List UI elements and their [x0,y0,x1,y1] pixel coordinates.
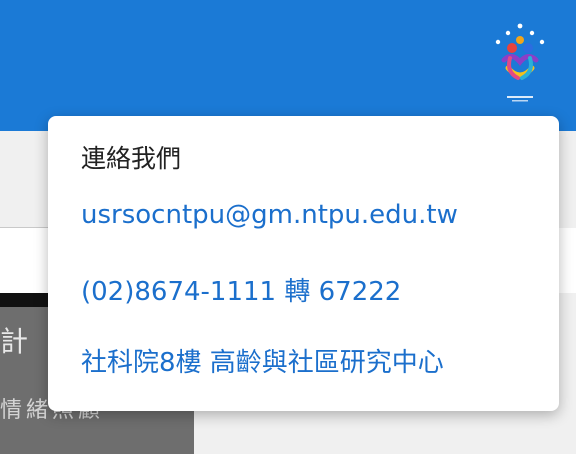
email-link[interactable]: usrsocntpu@gm.ntpu.edu.tw [81,200,458,230]
phone-link[interactable]: (02)8674-1111 轉 67222 [81,271,401,308]
organization-logo-icon[interactable] [490,16,550,106]
top-app-bar [0,0,576,131]
contact-popup-title: 連絡我們 [81,144,182,173]
address-link[interactable]: 社科院8樓 高齡與社區研究中心 [81,342,444,379]
contact-popup: 連絡我們 usrsocntpu@gm.ntpu.edu.tw (02)8674-… [48,116,559,411]
